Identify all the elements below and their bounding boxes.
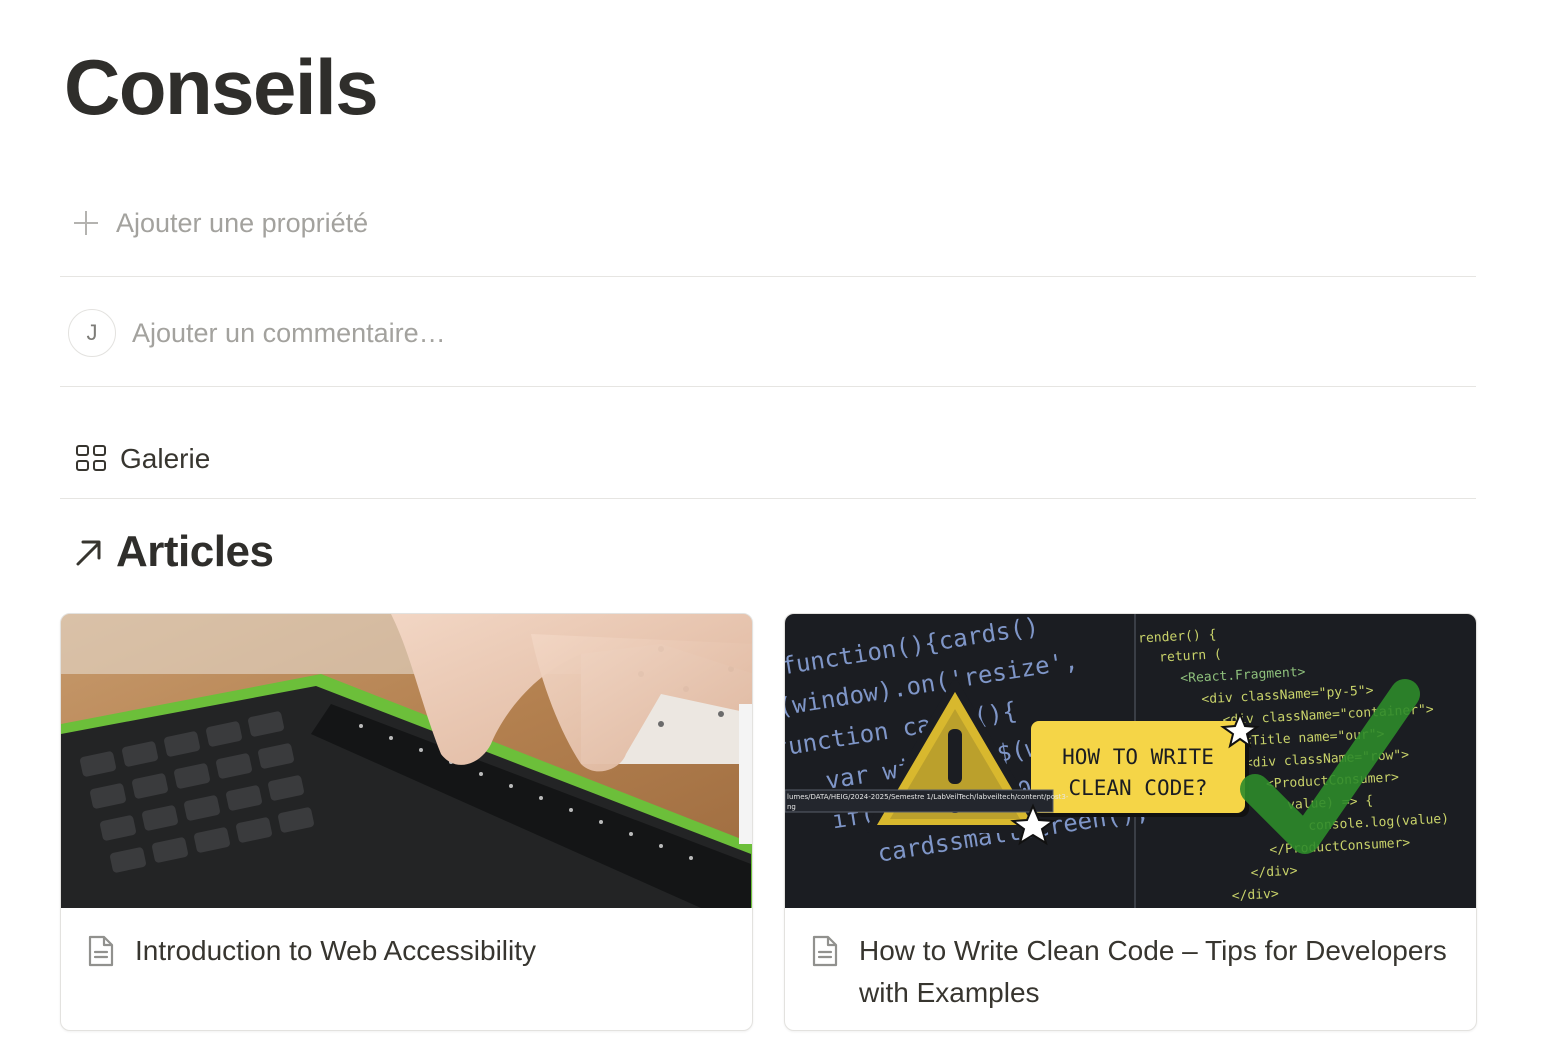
add-property-button[interactable]: Ajouter une propriété <box>60 198 1476 248</box>
document-icon <box>812 935 838 967</box>
avatar: J <box>68 309 116 357</box>
cover-banner-line1: HOW TO WRITE <box>1062 745 1214 769</box>
gallery-card[interactable]: Introduction to Web Accessibility <box>60 613 753 1031</box>
svg-text:</div>: </div> <box>1250 864 1298 881</box>
view-label: Galerie <box>120 443 211 474</box>
svg-text:</div>: </div> <box>1231 887 1279 904</box>
gallery-card[interactable]: (function(){cards() $(window).on('resize… <box>784 613 1477 1031</box>
arrow-up-right-icon <box>76 540 101 566</box>
card-title: Introduction to Web Accessibility <box>135 935 537 966</box>
tab-gallery-view[interactable]: Galerie <box>60 436 1476 482</box>
add-property-label: Ajouter une propriété <box>116 207 369 238</box>
divider <box>60 498 1476 499</box>
document-icon <box>88 935 114 967</box>
linked-database-header[interactable]: Articles <box>60 526 1476 578</box>
card-title: How to Write Clean Code – Tips for Devel… <box>859 935 1447 1008</box>
comment-input[interactable]: Ajouter un commentaire… <box>132 318 446 349</box>
divider <box>60 276 1476 277</box>
card-cover-image <box>61 614 752 908</box>
grid-icon <box>76 445 108 473</box>
cover-banner-line2: CLEAN CODE? <box>1068 776 1207 800</box>
section-title: Articles <box>116 527 274 576</box>
page-title[interactable]: Conseils <box>64 48 379 126</box>
divider <box>60 386 1476 387</box>
card-cover-image: (function(){cards() $(window).on('resize… <box>785 614 1476 908</box>
plus-icon <box>72 209 100 237</box>
comment-row[interactable]: J Ajouter un commentaire… <box>60 308 1476 358</box>
